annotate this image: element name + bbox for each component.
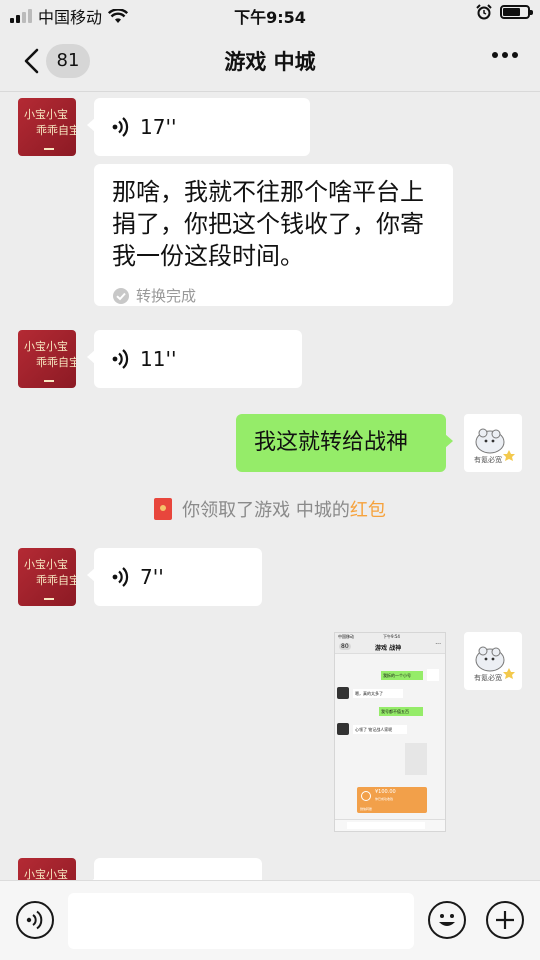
avatar-text-line2: 乖乖自宝 <box>36 356 76 369</box>
mini-avatar-left-2 <box>337 723 349 735</box>
mini-back-count: 80 <box>339 643 351 650</box>
mini-msg-2: 嗯，真的太多了 <box>353 689 403 698</box>
avatar-text-line1: 小宝小宝 <box>24 108 68 121</box>
contact-avatar[interactable]: 小宝小宝 乖乖自宝 <box>18 98 76 156</box>
message-input[interactable] <box>68 893 414 949</box>
check-icon <box>113 288 129 304</box>
mini-amount: ¥100.00 <box>375 789 396 795</box>
converted-text: 那啥，我就不往那个啥平台上捐了，你把这个钱收了，你寄我一份这段时间。 <box>112 178 424 270</box>
voice-message-partial[interactable] <box>87 858 262 880</box>
plus-icon <box>496 911 514 929</box>
mini-avatar-left <box>337 687 349 699</box>
convert-status-label: 转换完成 <box>136 287 197 305</box>
avatar-caption: 有氪必宽 <box>474 456 502 464</box>
voice-duration: 17'' <box>140 115 177 139</box>
mini-avatar-right <box>427 669 439 681</box>
avatar-text-line1: 小宝小宝 <box>24 558 68 571</box>
input-bar <box>0 880 540 960</box>
mini-more-icon: ··· <box>435 641 441 648</box>
avatar-caption: 有氪必宽 <box>474 674 502 682</box>
sent-screenshot-image[interactable]: 中国移动 下午9:54 80 游戏 战神 ··· 我拆的一个小号 嗯，真的太多了… <box>334 632 446 832</box>
emoji-button[interactable] <box>428 901 466 939</box>
mini-input-field <box>347 822 425 829</box>
avatar-text-line1: 小宝小宝 <box>24 340 68 353</box>
chat-header: 81 游戏 中城 <box>0 30 540 92</box>
mini-msg-1: 我拆的一个小号 <box>381 671 423 680</box>
more-options-icon[interactable] <box>492 52 518 58</box>
voice-mode-icon <box>26 910 43 930</box>
avatar-text-line2: 乖乖自宝 <box>36 574 76 587</box>
status-right <box>476 4 533 20</box>
mini-thumbnails <box>405 743 427 775</box>
avatar-mark <box>44 598 54 600</box>
mini-transfer-footer: 微信转账 <box>360 807 373 811</box>
voice-message[interactable]: 7'' <box>87 548 262 606</box>
sent-text-message[interactable]: 我这就转给战神 <box>236 414 453 472</box>
red-packet-icon <box>154 498 173 520</box>
contact-avatar[interactable]: 小宝小宝 乖乖自宝 <box>18 548 76 606</box>
alarm-icon <box>476 4 492 20</box>
voice-wave-icon <box>112 567 129 587</box>
more-functions-button[interactable] <box>486 901 524 939</box>
chat-title: 游戏 中城 <box>224 50 316 74</box>
mini-title: 游戏 战神 <box>375 645 402 652</box>
voice-message[interactable]: 17'' <box>87 98 310 156</box>
contact-avatar[interactable]: 小宝小宝 乖乖自宝 <box>18 858 76 880</box>
emoji-icon <box>439 914 455 926</box>
voice-to-text-result[interactable]: 那啥，我就不往那个啥平台上捐了，你把这个钱收了，你寄我一份这段时间。 转换完成 <box>94 164 453 306</box>
status-time: 下午9:54 <box>234 8 306 27</box>
voice-wave-icon <box>112 349 129 369</box>
mini-status-bar: 中国移动 下午9:54 <box>335 633 445 640</box>
message-list[interactable]: 小宝小宝 乖乖自宝 17'' 那啥，我就不往那个啥平台上捐了，你把这个钱收了，你… <box>0 92 540 880</box>
red-packet-notice: 你领取了游戏 中城的红包 <box>0 496 540 522</box>
contact-avatar[interactable]: 小宝小宝 乖乖自宝 <box>18 330 76 388</box>
mini-msg-3: 我号都不值五百 <box>379 707 423 716</box>
status-bar: 中国移动 下午9:54 <box>0 0 540 30</box>
avatar-text-line1: 小宝小宝 <box>24 868 68 880</box>
my-avatar[interactable]: 有氪必宽 <box>464 632 522 690</box>
mini-input-bar <box>335 819 445 831</box>
mini-header: 80 游戏 战神 ··· <box>335 640 445 654</box>
voice-input-button[interactable] <box>16 901 54 939</box>
voice-duration: 11'' <box>140 347 177 371</box>
red-packet-link[interactable]: 红包 <box>350 500 386 521</box>
notice-text: 你领取了游戏 中城的 <box>182 500 350 521</box>
voice-wave-icon <box>112 117 129 137</box>
avatar-mark <box>44 380 54 382</box>
voice-message[interactable]: 11'' <box>87 330 302 388</box>
voice-duration: 7'' <box>140 565 164 589</box>
my-avatar[interactable]: 有氪必宽 <box>464 414 522 472</box>
sent-text: 我这就转给战神 <box>254 430 409 455</box>
mini-transfer-card: ¥100.00 你已成功收钱 微信转账 <box>357 787 427 813</box>
mini-msg-4: 心领了 铭记战人家呢 <box>353 725 407 734</box>
convert-status: 转换完成 <box>112 280 437 312</box>
avatar-text-line2: 乖乖自宝 <box>36 124 76 137</box>
avatar-mark <box>44 148 54 150</box>
mini-pay-line: 你已成功收钱 <box>375 797 394 801</box>
mini-transfer-icon <box>361 791 371 801</box>
battery-icon <box>500 5 533 19</box>
